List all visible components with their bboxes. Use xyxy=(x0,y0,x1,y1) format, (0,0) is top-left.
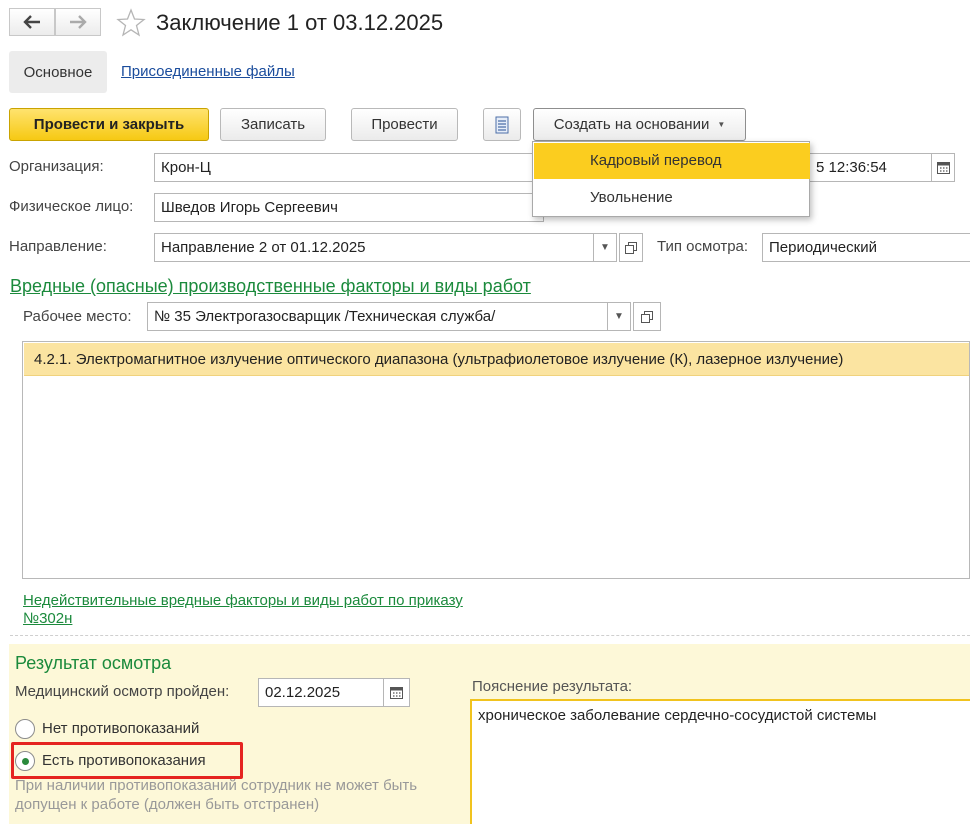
calendar-icon xyxy=(936,162,950,174)
highlight-frame xyxy=(11,742,243,779)
contraindication-note: При наличии противопоказаний сотрудник н… xyxy=(15,777,418,813)
create-based-on-button[interactable]: Создать на основании ▼ xyxy=(533,108,746,141)
workplace-label: Рабочее место: xyxy=(23,308,132,325)
create-based-on-label: Создать на основании xyxy=(553,116,710,133)
factors-section-title[interactable]: Вредные (опасные) производственные факто… xyxy=(10,276,531,297)
direction-label: Направление: xyxy=(9,238,107,255)
exam-passed-date-field[interactable]: 02.12.2025 xyxy=(258,678,384,707)
caret-down-icon: ▼ xyxy=(600,242,610,253)
radio-no-contraindications[interactable] xyxy=(15,719,35,739)
page-title: Заключение 1 от 03.12.2025 xyxy=(156,10,444,35)
report-list-icon xyxy=(495,116,509,133)
menu-item-transfer[interactable]: Кадровый перевод xyxy=(534,143,810,179)
report-button[interactable] xyxy=(483,108,521,141)
calendar-button[interactable] xyxy=(931,153,955,182)
exam-passed-label: Медицинский осмотр пройден: xyxy=(15,683,230,700)
calendar-icon xyxy=(390,687,403,699)
direction-open-button[interactable] xyxy=(619,233,643,262)
result-title: Результат осмотра xyxy=(15,653,172,673)
direction-dropdown-button[interactable]: ▼ xyxy=(593,233,617,262)
workplace-dropdown-button[interactable]: ▼ xyxy=(607,302,631,331)
person-field[interactable]: Шведов Игорь Сергеевич xyxy=(154,193,544,222)
separator xyxy=(10,635,970,636)
organization-field[interactable]: Крон-Ц xyxy=(154,153,544,182)
open-window-icon xyxy=(625,241,637,254)
post-and-close-button[interactable]: Провести и закрыть xyxy=(9,108,209,141)
direction-field[interactable]: Направление 2 от 01.12.2025 xyxy=(154,233,594,262)
tab-attached-files[interactable]: Присоединенные файлы xyxy=(121,63,295,80)
factors-table[interactable]: 4.2.1. Электромагнитное излучение оптиче… xyxy=(22,341,970,579)
date-field[interactable]: 5 12:36:54 xyxy=(810,153,932,182)
open-window-icon xyxy=(641,310,653,323)
exam-type-label: Тип осмотра: xyxy=(657,238,749,255)
radio-no-contraindications-label[interactable]: Нет противопоказаний xyxy=(42,720,199,737)
explanation-label: Пояснение результата: xyxy=(472,678,633,695)
menu-item-dismissal[interactable]: Увольнение xyxy=(534,180,810,216)
forward-button[interactable] xyxy=(55,8,101,36)
workplace-open-button[interactable] xyxy=(633,302,661,331)
save-button[interactable]: Записать xyxy=(220,108,326,141)
caret-down-icon: ▼ xyxy=(717,120,726,129)
explanation-textarea[interactable]: хроническое заболевание сердечно-сосудис… xyxy=(470,699,970,824)
table-row[interactable]: 4.2.1. Электромагнитное излучение оптиче… xyxy=(24,343,969,376)
caret-down-icon: ▼ xyxy=(614,311,624,322)
arrow-right-icon xyxy=(70,15,87,29)
person-label: Физическое лицо: xyxy=(9,198,134,215)
invalid-factors-link[interactable]: Недействительные вредные факторы и виды … xyxy=(23,592,463,609)
invalid-factors-link-order[interactable]: №302н xyxy=(23,610,72,627)
exam-type-field[interactable]: Периодический xyxy=(762,233,970,262)
back-button[interactable] xyxy=(9,8,55,36)
create-based-on-menu: Кадровый перевод Увольнение xyxy=(532,141,810,217)
tab-main[interactable]: Основное xyxy=(9,51,107,93)
exam-calendar-button[interactable] xyxy=(383,678,410,707)
workplace-field[interactable]: № 35 Электрогазосварщик /Техническая слу… xyxy=(147,302,608,331)
post-button[interactable]: Провести xyxy=(351,108,458,141)
star-icon xyxy=(116,8,146,37)
favorite-button[interactable] xyxy=(116,8,146,41)
arrow-left-icon xyxy=(23,15,40,29)
organization-label: Организация: xyxy=(9,158,104,175)
